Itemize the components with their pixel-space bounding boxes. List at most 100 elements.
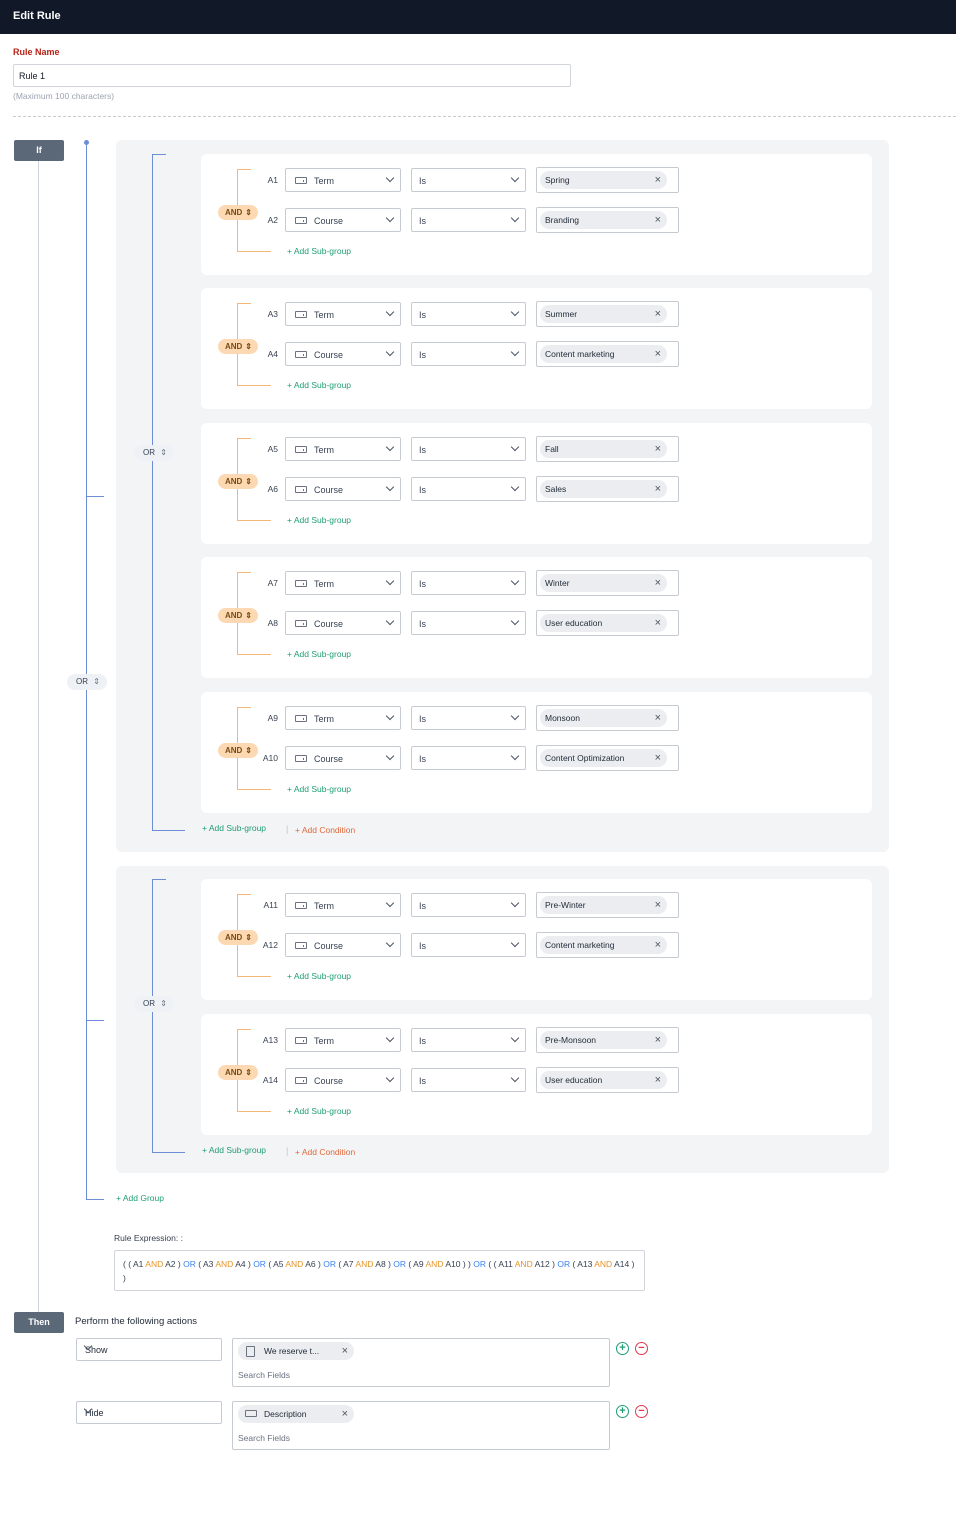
add-action-icon[interactable]: + [616,1342,629,1355]
close-icon[interactable]: × [655,480,661,498]
close-icon[interactable]: × [342,1342,348,1360]
operator-select[interactable]: Is [411,746,526,770]
close-icon[interactable]: × [655,211,661,229]
value-input[interactable]: Fall × [536,436,679,462]
add-condition-link[interactable]: + Add Condition [295,825,355,835]
close-icon[interactable]: × [655,574,661,592]
expr-token: ) [318,1259,321,1269]
field-select[interactable]: Course [285,933,401,957]
close-icon[interactable]: × [655,936,661,954]
action-select[interactable]: Show [76,1338,222,1361]
value-chip-label: Spring [545,175,570,185]
field-select[interactable]: Term [285,302,401,326]
action-select[interactable]: Hide [76,1401,222,1424]
value-input[interactable]: User education × [536,610,679,636]
group-or-toggle[interactable]: OR ⇕ [134,445,174,461]
close-icon[interactable]: × [655,709,661,727]
expr-token: ( [338,1259,342,1269]
group-or-toggle[interactable]: OR ⇕ [134,996,174,1012]
field-select[interactable]: Course [285,342,401,366]
field-type-icon [295,1077,307,1084]
field-select[interactable]: Term [285,571,401,595]
add-subgroup-link[interactable]: + Add Sub-group [202,823,266,833]
value-input[interactable]: Sales × [536,476,679,502]
close-icon[interactable]: × [655,1071,661,1089]
condition-id: A2 [267,215,278,225]
operator-select[interactable]: Is [411,437,526,461]
chevron-down-icon [385,751,395,761]
updown-icon: ⇕ [160,448,167,457]
action-fields-input[interactable]: We reserve t... × Search Fields [232,1338,610,1387]
rule-name-input[interactable] [13,64,571,87]
field-select[interactable]: Term [285,893,401,917]
field-select[interactable]: Term [285,437,401,461]
operator-select[interactable]: Is [411,477,526,501]
close-icon[interactable]: × [655,1031,661,1049]
add-condition-link[interactable]: + Add Condition [295,1147,355,1157]
add-subgroup-link[interactable]: + Add Sub-group [287,1106,351,1116]
expr-token: ( [493,1259,497,1269]
add-subgroup-link[interactable]: + Add Sub-group [287,971,351,981]
operator-select[interactable]: Is [411,933,526,957]
field-select[interactable]: Course [285,746,401,770]
operator-select-value: Is [419,619,427,629]
close-icon[interactable]: × [655,440,661,458]
operator-select[interactable]: Is [411,302,526,326]
field-select[interactable]: Term [285,168,401,192]
value-input[interactable]: Spring × [536,167,679,193]
close-icon[interactable]: × [655,345,661,363]
value-input[interactable]: Content marketing × [536,932,679,958]
operator-select[interactable]: Is [411,611,526,635]
add-group-link[interactable]: + Add Group [116,1193,164,1203]
expr-and: AND [514,1259,533,1269]
close-icon[interactable]: × [655,305,661,323]
field-select[interactable]: Course [285,477,401,501]
remove-action-icon[interactable]: − [635,1342,648,1355]
value-input[interactable]: Winter × [536,570,679,596]
value-input[interactable]: Content Optimization × [536,745,679,771]
operator-select[interactable]: Is [411,342,526,366]
add-subgroup-link[interactable]: + Add Sub-group [287,380,351,390]
remove-action-icon[interactable]: − [635,1405,648,1418]
operator-select[interactable]: Is [411,706,526,730]
field-select[interactable]: Term [285,706,401,730]
top-or-toggle[interactable]: OR ⇕ [67,674,107,690]
add-action-icon[interactable]: + [616,1405,629,1418]
close-icon[interactable]: × [655,749,661,767]
operator-select[interactable]: Is [411,1028,526,1052]
close-icon[interactable]: × [655,896,661,914]
operator-select[interactable]: Is [411,893,526,917]
add-subgroup-link[interactable]: + Add Sub-group [287,515,351,525]
close-icon[interactable]: × [655,614,661,632]
operator-select[interactable]: Is [411,1068,526,1092]
value-input[interactable]: Content marketing × [536,341,679,367]
chevron-down-icon [385,307,395,317]
action-fields-input[interactable]: Description × Search Fields [232,1401,610,1450]
field-select[interactable]: Term [285,1028,401,1052]
operator-select[interactable]: Is [411,208,526,232]
add-subgroup-link[interactable]: + Add Sub-group [287,246,351,256]
add-subgroup-link[interactable]: + Add Sub-group [287,784,351,794]
value-chip: Spring × [540,171,667,189]
value-input[interactable]: Branding × [536,207,679,233]
expr-token: A6 [305,1259,316,1269]
value-input[interactable]: User education × [536,1067,679,1093]
expr-token: ) [177,1259,181,1269]
value-input[interactable]: Summer × [536,301,679,327]
field-select[interactable]: Course [285,611,401,635]
field-select[interactable]: Course [285,208,401,232]
add-subgroup-link[interactable]: + Add Sub-group [287,649,351,659]
field-select[interactable]: Course [285,1068,401,1092]
operator-select[interactable]: Is [411,571,526,595]
field-type-icon [295,486,307,493]
value-input[interactable]: Pre-Monsoon × [536,1027,679,1053]
close-icon[interactable]: × [655,171,661,189]
close-icon[interactable]: × [342,1405,348,1423]
value-input[interactable]: Monsoon × [536,705,679,731]
operator-select[interactable]: Is [411,168,526,192]
chevron-down-icon [385,173,395,183]
condition-id: A13 [262,1035,278,1045]
value-chip-label: Content marketing [545,349,615,359]
value-input[interactable]: Pre-Winter × [536,892,679,918]
add-subgroup-link[interactable]: + Add Sub-group [202,1145,266,1155]
